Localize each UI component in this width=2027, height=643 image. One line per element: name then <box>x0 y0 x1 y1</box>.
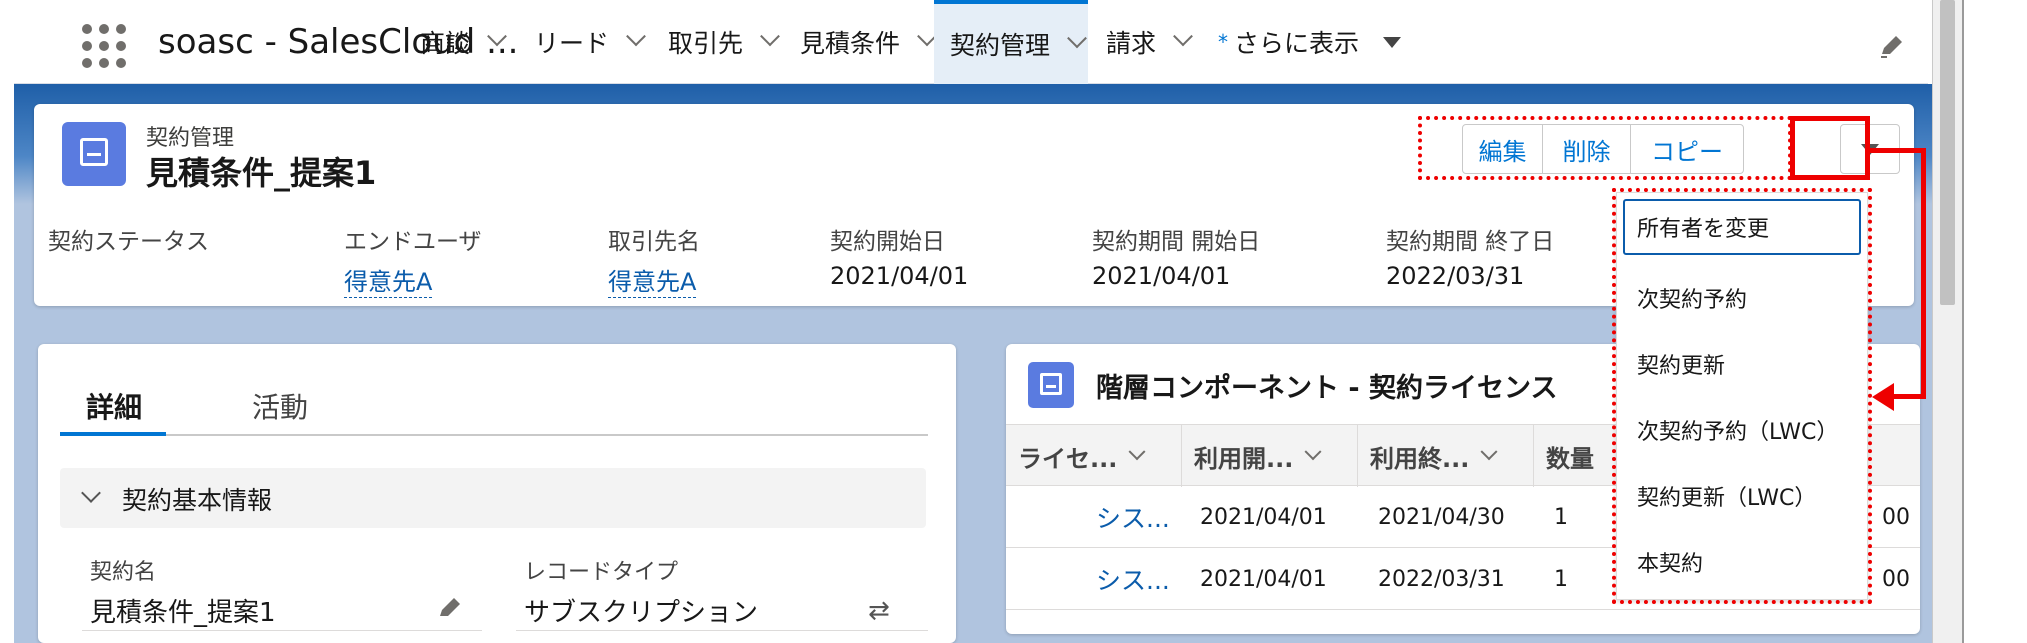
vertical-scrollbar[interactable] <box>1932 0 1962 643</box>
global-nav-bar: soasc - SalesCloud ... 商談 リード 取引先 見積条件 契… <box>14 0 1928 84</box>
annotation-arrow <box>1870 148 1926 153</box>
tab-details[interactable]: 詳細 <box>60 386 167 436</box>
related-list-title: 階層コンポーネント - 契約ライセンス <box>1096 373 1558 404</box>
nav-more[interactable]: * さらに表示 <box>1218 0 1402 84</box>
annotation-arrow <box>1921 148 1926 398</box>
account-link[interactable]: 得意先A <box>608 262 697 298</box>
column-header-license[interactable]: ライセ... <box>1006 425 1182 487</box>
app-launcher-icon[interactable] <box>80 22 126 68</box>
header-field-contract-start: 契約開始日 2021/04/01 <box>830 229 969 290</box>
detail-card: 詳細 活動 契約基本情報 契約名 見積条件_提案1 レコードタイプ サブスクリプ… <box>38 344 956 643</box>
nav-tab-leads[interactable]: リード <box>534 0 646 84</box>
column-header-usage-end[interactable]: 利用終... <box>1358 425 1534 487</box>
header-field-end-user: エンドユーザ 得意先A <box>344 229 482 298</box>
column-header-usage-start[interactable]: 利用開... <box>1182 425 1358 487</box>
chevron-down-icon[interactable] <box>487 26 507 47</box>
license-link[interactable]: シス... <box>1096 548 1170 610</box>
field-contract-name: 契約名 見積条件_提案1 <box>90 560 276 628</box>
section-header-contract-basic-info[interactable]: 契約基本情報 <box>60 468 926 528</box>
chevron-down-icon[interactable] <box>1067 28 1087 49</box>
header-field-account: 取引先名 得意先A <box>608 229 700 298</box>
header-field-term-end: 契約期間 終了日 2022/03/31 <box>1386 229 1555 290</box>
annotation-arrow <box>1892 394 1926 399</box>
arrow-head-icon <box>1872 383 1894 411</box>
highlight-action-buttons <box>1418 116 1792 180</box>
chevron-down-icon[interactable] <box>626 26 646 47</box>
caret-down-icon <box>1383 36 1402 48</box>
detail-tabs: 詳細 活動 <box>60 378 928 436</box>
related-list-icon <box>1028 362 1074 408</box>
nav-tab-quotes[interactable]: 見積条件 <box>800 0 937 84</box>
inline-edit-icon[interactable] <box>436 594 464 622</box>
chevron-down-icon[interactable] <box>1173 26 1193 47</box>
highlight-menu-trigger <box>1790 116 1870 180</box>
edit-nav-icon[interactable] <box>1878 32 1906 60</box>
record-title: 見積条件_提案1 <box>146 154 377 192</box>
license-link[interactable]: シス... <box>1096 486 1170 548</box>
nav-tab-contracts[interactable]: 契約管理 <box>934 0 1088 84</box>
change-record-type-icon[interactable]: ⇄ <box>868 596 890 626</box>
highlight-menu <box>1612 188 1872 604</box>
header-field-status: 契約ステータス <box>48 229 209 255</box>
scrollbar-thumb[interactable] <box>1940 0 1955 305</box>
header-field-term-start: 契約期間 開始日 2021/04/01 <box>1092 229 1261 290</box>
nav-tab-billing[interactable]: 請求 <box>1106 0 1193 84</box>
chevron-down-icon[interactable] <box>760 26 780 47</box>
nav-tab-accounts[interactable]: 取引先 <box>668 0 780 84</box>
tab-activity[interactable]: 活動 <box>252 386 308 436</box>
chevron-down-icon <box>81 483 101 503</box>
nav-tab-opportunities[interactable]: 商談 <box>420 0 507 84</box>
field-record-type: レコードタイプ サブスクリプション <box>524 560 759 628</box>
end-user-link[interactable]: 得意先A <box>344 262 433 298</box>
contract-record-icon <box>62 122 126 186</box>
